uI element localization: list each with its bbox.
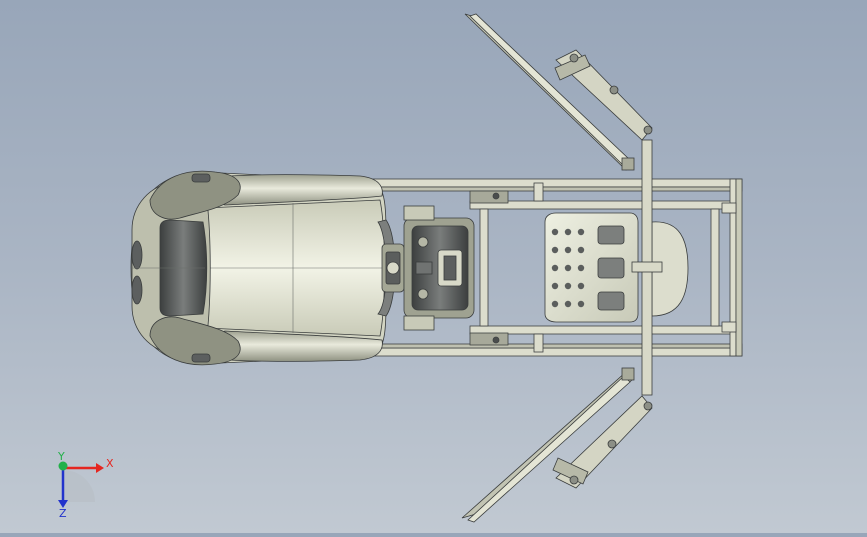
z-axis-label: Z: [59, 507, 67, 520]
x-arrow-head-icon: [96, 463, 104, 473]
center-post[interactable]: [631, 139, 663, 396]
triad-backdrop: [63, 470, 95, 502]
cad-viewport[interactable]: X Y Z: [0, 0, 867, 533]
wheel-base[interactable]: [403, 205, 475, 331]
y-axis-label: Y: [57, 450, 65, 463]
pedal-plate[interactable]: [544, 212, 689, 323]
model-canvas[interactable]: X Y Z: [0, 0, 867, 533]
bottom-monitor-arm[interactable]: [461, 367, 653, 523]
x-axis-label: X: [106, 457, 114, 470]
top-monitor-arm[interactable]: [464, 13, 653, 171]
seat[interactable]: [130, 170, 387, 366]
orientation-triad: X Y Z: [57, 450, 114, 520]
